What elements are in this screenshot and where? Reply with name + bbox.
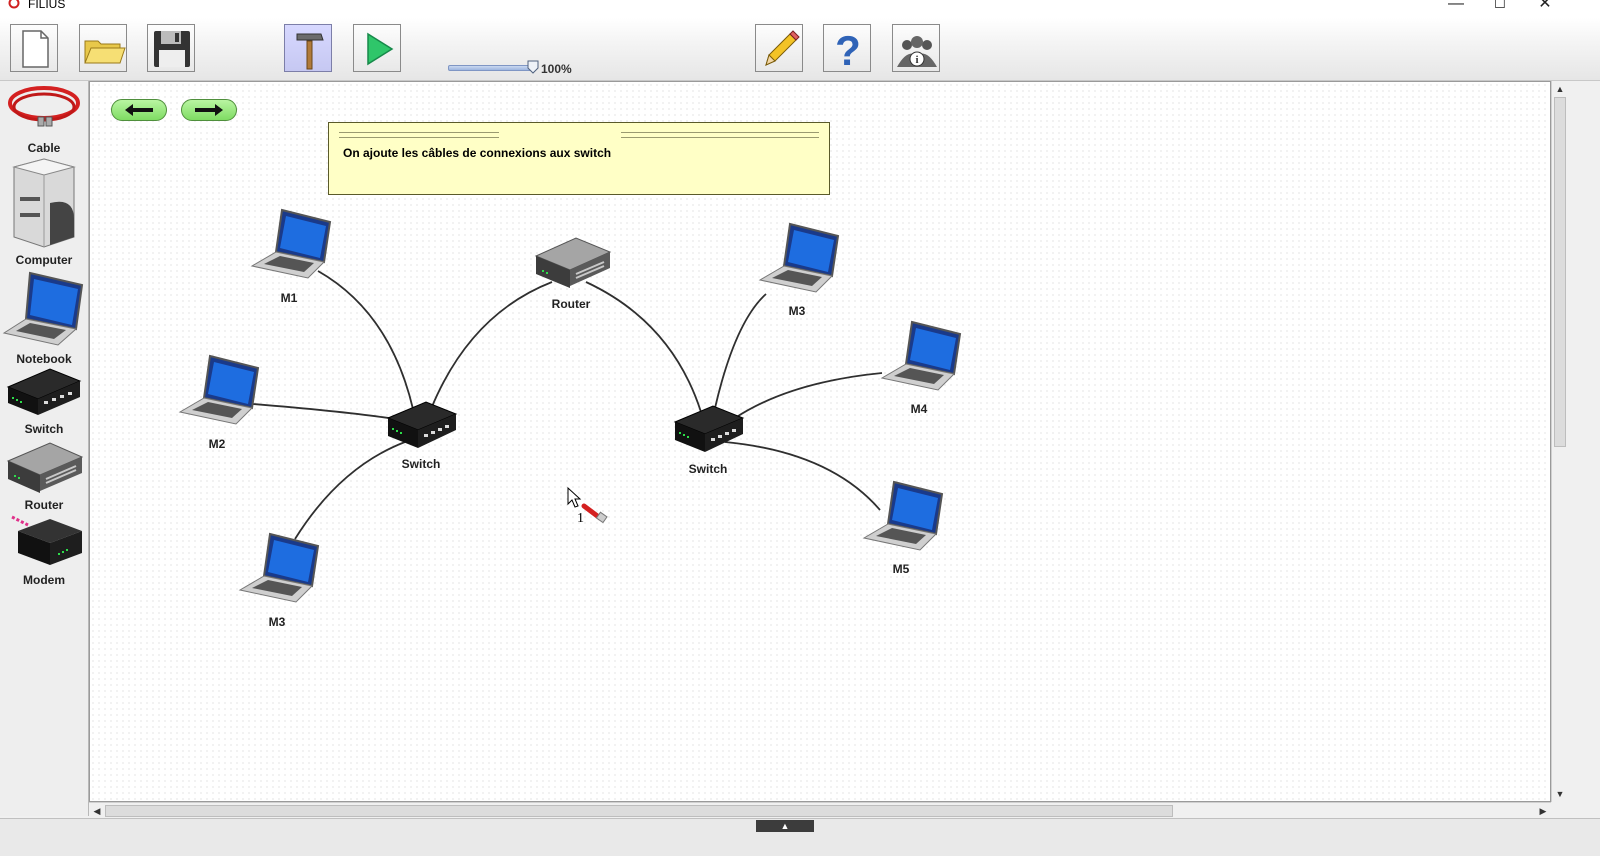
switch-icon (386, 401, 458, 448)
palette-label-cable: Cable (27, 141, 61, 155)
notebook-icon (880, 320, 962, 391)
forward-arrow-button[interactable] (181, 99, 237, 121)
node-label-switch-left: Switch (401, 457, 441, 471)
new-file-button[interactable] (10, 24, 58, 72)
notebook-icon (178, 354, 260, 425)
back-arrow-button[interactable] (111, 99, 167, 121)
annotation-note[interactable]: On ajoute les câbles de connexions aux s… (328, 122, 830, 195)
switch-icon (673, 405, 745, 452)
palette-label-switch: Switch (24, 422, 64, 436)
modem-icon (11, 515, 82, 565)
network-canvas[interactable]: On ajoute les câbles de connexions aux s… (89, 81, 1551, 802)
cable-cursor-icon (567, 486, 608, 524)
arrow-right-icon (195, 104, 223, 116)
help-button[interactable]: ? (823, 24, 871, 73)
minimize-button[interactable]: — (1433, 0, 1479, 16)
note-drag-handle-left (339, 132, 499, 138)
window-title: FILIUS (28, 0, 66, 11)
folder-icon (84, 40, 126, 64)
close-button[interactable]: ✕ (1522, 0, 1568, 16)
node-router[interactable] (532, 232, 614, 299)
hammer-icon (296, 33, 324, 70)
scroll-down-arrow-icon[interactable]: ▼ (1552, 786, 1568, 802)
notebook-icon (862, 480, 944, 551)
arrow-left-icon (125, 104, 153, 116)
cable-router-switch (585, 281, 702, 413)
computer-icon (12, 158, 76, 248)
node-label-router: Router (551, 297, 591, 311)
pencil-icon (765, 30, 800, 66)
palette-label-notebook: Notebook (16, 352, 72, 366)
svg-text:?: ? (835, 27, 861, 73)
node-label-m5: M5 (892, 562, 910, 576)
node-label-m3-left: M3 (268, 615, 286, 629)
scroll-left-arrow-icon[interactable]: ◀ (89, 803, 105, 819)
horizontal-scroll-thumb[interactable] (105, 805, 1173, 817)
cable-m1-switch (317, 270, 414, 410)
play-icon (367, 32, 394, 66)
expand-panel-button[interactable]: ▲ (756, 820, 814, 832)
cable-icon (8, 86, 80, 127)
floppy-disk-icon (154, 31, 190, 67)
cable-switch-m4 (734, 372, 883, 419)
scroll-right-arrow-icon[interactable]: ▶ (1535, 803, 1551, 819)
palette-label-router: Router (24, 498, 64, 512)
bottom-panel: ▲ (0, 818, 1600, 856)
info-users-icon: i (897, 36, 937, 67)
scroll-up-arrow-icon[interactable]: ▲ (1552, 81, 1568, 97)
note-drag-handle-right (621, 132, 819, 138)
switch-icon (6, 368, 82, 415)
save-file-button[interactable] (147, 24, 195, 72)
vertical-scrollbar[interactable]: ▲ ▼ (1551, 81, 1568, 802)
node-label-m2: M2 (208, 437, 226, 451)
node-label-switch-right: Switch (688, 462, 728, 476)
node-notebook-m4[interactable] (878, 318, 962, 403)
zoom-label: 100% (541, 62, 572, 76)
notebook-icon (2, 271, 84, 346)
about-button[interactable]: i (892, 24, 940, 72)
node-label-m1: M1 (280, 291, 298, 305)
open-file-button[interactable] (79, 24, 127, 72)
svg-text:i: i (915, 54, 918, 66)
note-text: On ajoute les câbles de connexions aux s… (343, 146, 612, 160)
notebook-icon (250, 208, 332, 279)
zoom-slider-track[interactable] (448, 65, 536, 71)
node-switch-right[interactable] (673, 402, 745, 461)
cable-cursor-count: 1 (577, 511, 584, 526)
horizontal-scrollbar[interactable]: ◀ ▶ (89, 802, 1551, 819)
router-icon (6, 442, 84, 493)
node-label-m3-right: M3 (788, 304, 806, 318)
notebook-icon (238, 532, 320, 603)
zoom-slider-thumb[interactable] (527, 60, 539, 74)
node-notebook-m1[interactable] (248, 206, 332, 291)
node-notebook-m2[interactable] (176, 352, 260, 437)
vertical-scroll-thumb[interactable] (1554, 97, 1566, 447)
toolbar: 100% ? i (0, 18, 1600, 81)
palette-label-modem: Modem (23, 573, 65, 587)
node-notebook-m3-right[interactable] (756, 220, 840, 305)
node-label-m4: M4 (910, 402, 928, 416)
simulation-mode-button[interactable] (353, 24, 401, 72)
cable-switch-router (430, 281, 553, 410)
design-mode-button[interactable] (284, 24, 332, 72)
filius-logo-icon (8, 0, 20, 9)
question-icon: ? (835, 27, 861, 73)
maximize-button[interactable]: ☐ (1477, 0, 1523, 16)
palette-label-computer: Computer (15, 253, 73, 267)
cable-switch-m3 (714, 293, 767, 409)
node-notebook-m5[interactable] (860, 478, 944, 563)
node-switch-left[interactable] (386, 398, 458, 457)
edit-button[interactable] (755, 24, 803, 72)
cable-switch-m5 (724, 441, 881, 511)
new-document-icon (22, 30, 49, 68)
title-bar: FILIUS — ☐ ✕ (0, 0, 1600, 18)
cable-m2-switch (252, 403, 396, 420)
node-notebook-m3-left[interactable] (236, 530, 320, 615)
notebook-icon (758, 222, 840, 293)
router-icon (534, 237, 612, 288)
component-palette: Cable Computer Notebook Switch Router Mo… (0, 81, 89, 816)
